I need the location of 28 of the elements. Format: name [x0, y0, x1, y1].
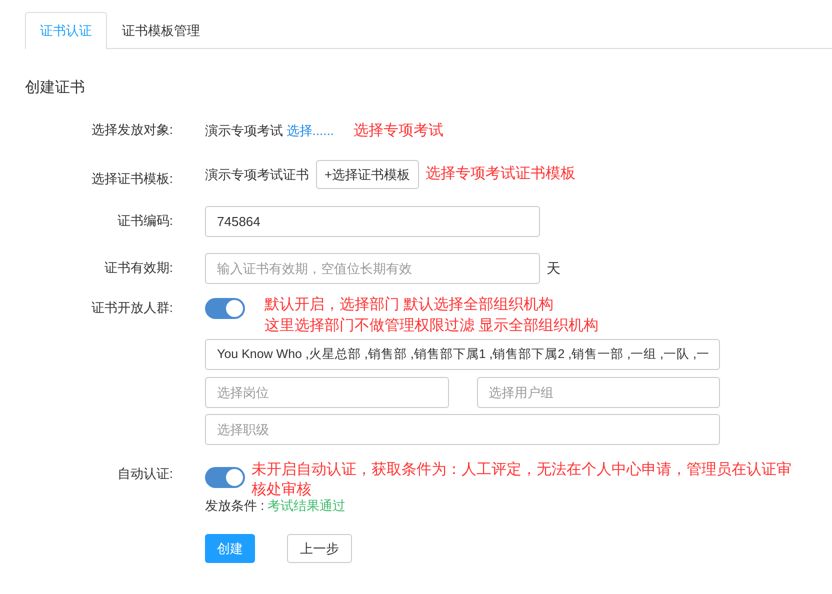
department-input[interactable]: You Know Who ,火星总部 ,销售部 ,销售部下属1 ,销售部下属2 ,销售一部 ,一组 ,一队 ,一 [205, 339, 720, 370]
field-label: 自动认证: [116, 465, 174, 484]
field-label: 选择发放对象: [90, 120, 174, 138]
select-template-button[interactable]: +选择证书模板 [316, 160, 420, 189]
unit-label: 天 [546, 259, 560, 278]
toggle-switch[interactable] [205, 298, 245, 319]
tab[interactable]: 证书模板管理 [107, 12, 215, 49]
rank-input[interactable]: 选择职级 [205, 414, 720, 446]
validity-input[interactable]: 输入证书有效期，空值位长期有效 [205, 253, 540, 284]
annotation-text: 未开启自动认证，获取条件为：人工评定，无法在个人中心申请，管理员在认证审核处审核 [252, 460, 792, 499]
toggle-switch[interactable] [205, 467, 245, 488]
target-value: 演示专项考试 [205, 122, 283, 140]
code-input[interactable]: 745864 [205, 206, 540, 237]
select-link[interactable]: 选择...... [286, 121, 334, 140]
field-label: 证书编码: [116, 212, 174, 230]
back-button[interactable]: 上一步 [287, 534, 352, 563]
annotation-text: 选择专项考试 [353, 120, 444, 140]
template-value: 演示专项考试证书 [205, 166, 309, 184]
condition-value: 考试结果通过 [267, 497, 346, 516]
annotation-text: 默认开启，选择部门 默认选择全部组织机构 这里选择部门不做管理权限过滤 显示全部组织机构 [264, 295, 599, 336]
field-label: 证书开放人群: [90, 299, 174, 317]
position-input[interactable]: 选择岗位 [205, 376, 448, 408]
field-label: 选择证书模板: [90, 170, 174, 188]
form-title: 创建证书 [25, 78, 86, 98]
annotation-text: 选择专项考试证书模板 [426, 164, 576, 184]
condition-label: 发放条件 : [205, 497, 264, 516]
field-label: 证书有效期: [103, 259, 174, 277]
user-group-input[interactable]: 选择用户组 [476, 376, 720, 408]
